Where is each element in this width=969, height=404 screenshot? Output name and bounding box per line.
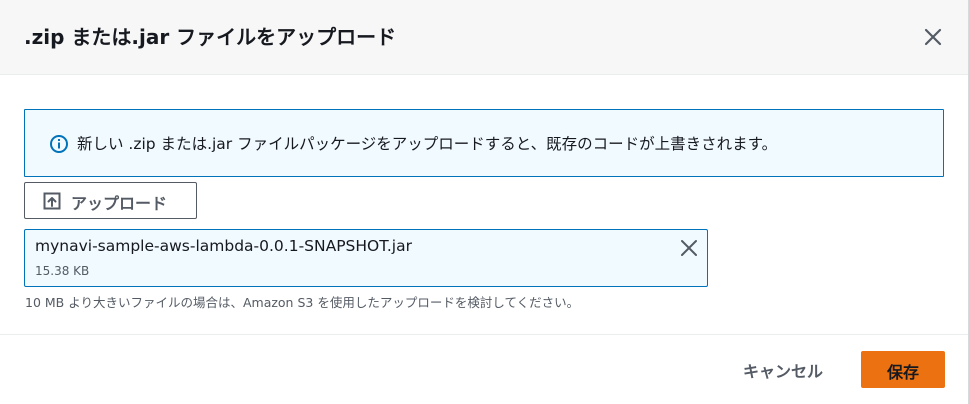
upload-icon <box>43 192 61 210</box>
save-button[interactable]: 保存 <box>861 351 945 388</box>
selected-file-token: mynavi-sample-aws-lambda-0.0.1-SNAPSHOT.… <box>24 229 708 287</box>
info-icon <box>49 134 69 154</box>
upload-button-label: アップロード <box>71 194 168 213</box>
file-name: mynavi-sample-aws-lambda-0.0.1-SNAPSHOT.… <box>35 237 412 255</box>
modal-header: .zip または.jar ファイルをアップロード <box>0 0 968 75</box>
remove-file-icon[interactable] <box>679 238 699 258</box>
close-icon[interactable] <box>920 24 946 50</box>
file-size-constraint-text: 10 MB より大きいファイルの場合は、Amazon S3 を使用したアップロー… <box>25 295 580 310</box>
info-alert: 新しい .zip または.jar ファイルパッケージをアップロードすると、既存の… <box>24 109 944 177</box>
upload-modal: .zip または.jar ファイルをアップロード 新しい .zip または.ja… <box>0 0 969 404</box>
save-button-label: 保存 <box>886 363 919 382</box>
file-size: 15.38 KB <box>35 264 90 278</box>
modal-title: .zip または.jar ファイルをアップロード <box>24 25 397 49</box>
upload-button[interactable]: アップロード <box>24 182 197 219</box>
info-alert-text: 新しい .zip または.jar ファイルパッケージをアップロードすると、既存の… <box>77 135 778 153</box>
cancel-button[interactable]: キャンセル <box>730 351 840 387</box>
modal-footer: キャンセル 保存 <box>0 334 968 404</box>
cancel-button-label: キャンセル <box>743 362 824 381</box>
